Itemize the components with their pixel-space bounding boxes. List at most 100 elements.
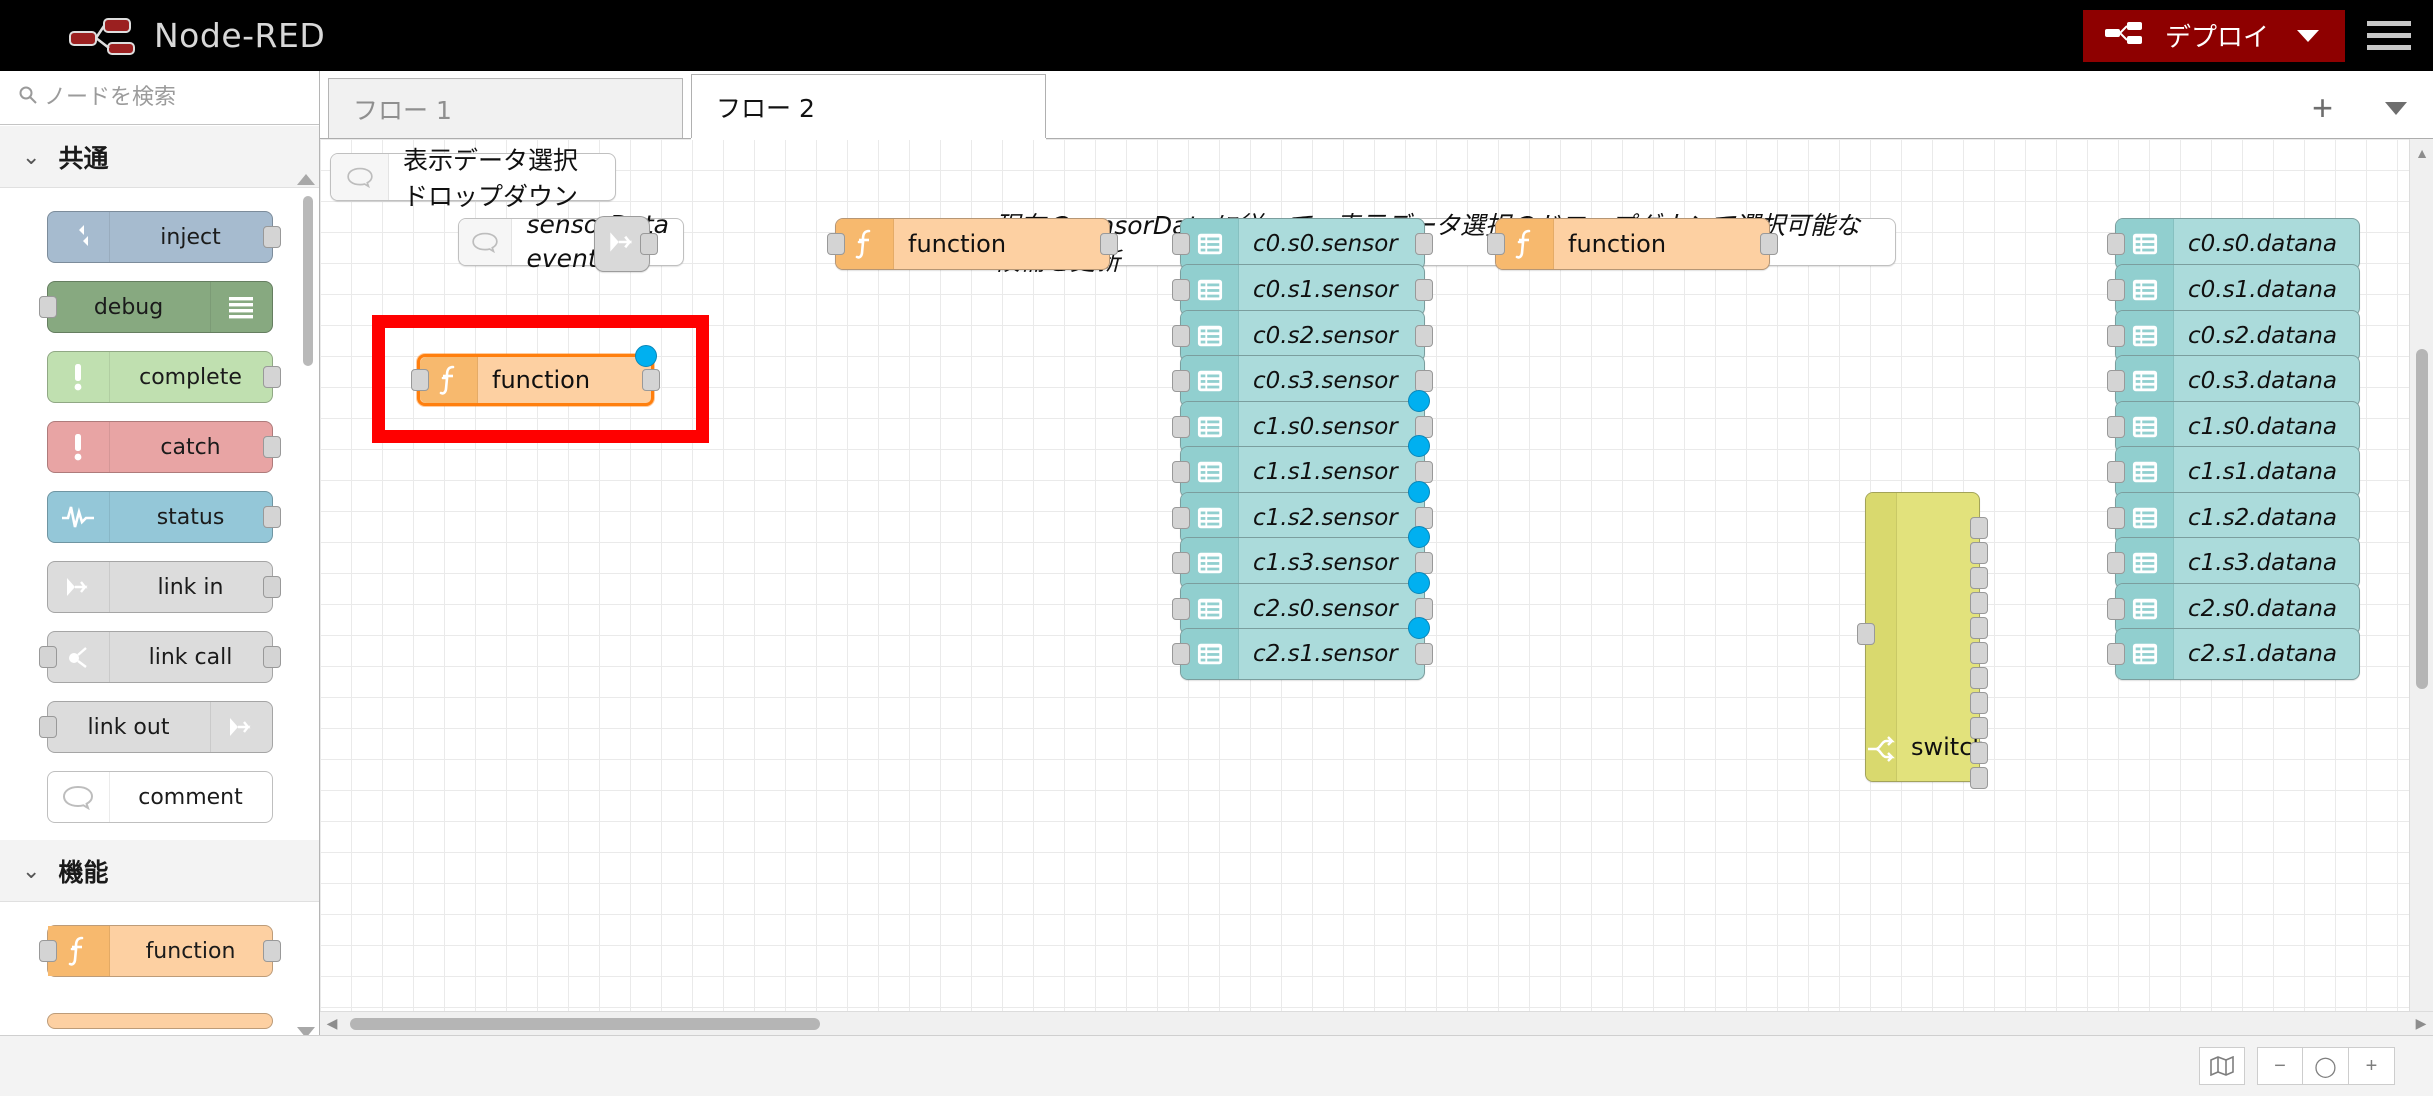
input-port[interactable] <box>2107 507 2125 529</box>
output-port-11[interactable] <box>1970 767 1988 789</box>
input-port[interactable] <box>38 296 57 318</box>
dataname-node-c0s3[interactable]: c0.s3.datana <box>2107 355 2360 407</box>
palette-item-catch[interactable]: catch <box>0 412 319 482</box>
palette-item-status[interactable]: status <box>0 482 319 552</box>
input-port[interactable] <box>2107 461 2125 483</box>
input-port[interactable] <box>2107 643 2125 665</box>
input-port[interactable] <box>2107 416 2125 438</box>
output-port[interactable] <box>262 576 281 598</box>
output-port-6[interactable] <box>1970 642 1988 664</box>
input-port[interactable] <box>2107 598 2125 620</box>
dataname-node-c2s1[interactable]: c2.s1.datana <box>2107 628 2360 680</box>
flow-canvas[interactable]: 表示データ選択ドロップダウン sensorData event受信 現在のsen… <box>320 139 2433 1035</box>
dataname-node-c0s0[interactable]: c0.s0.datana <box>2107 218 2360 270</box>
output-port[interactable] <box>1415 552 1433 574</box>
output-port[interactable] <box>1415 325 1433 347</box>
chevron-down-icon[interactable] <box>2385 101 2407 115</box>
output-port-3[interactable] <box>1970 567 1988 589</box>
palette-item-link-out[interactable]: link out <box>0 692 319 762</box>
input-port[interactable] <box>1172 552 1190 574</box>
canvas-vertical-scrollbar[interactable]: ▲ ▼ <box>2409 139 2433 1035</box>
input-port[interactable] <box>2107 279 2125 301</box>
tab-flow-2[interactable]: フロー 2 <box>691 74 1046 138</box>
output-port[interactable] <box>640 233 658 255</box>
output-port[interactable] <box>1415 370 1433 392</box>
output-port[interactable] <box>1100 233 1118 255</box>
flow-canvas-viewport[interactable]: 表示データ選択ドロップダウン sensorData event受信 現在のsen… <box>320 139 2433 1035</box>
input-port[interactable] <box>1172 370 1190 392</box>
output-port-4[interactable] <box>1970 592 1988 614</box>
palette-item-link-call[interactable]: link call <box>0 622 319 692</box>
output-port-1[interactable] <box>1970 517 1988 539</box>
zoom-in-icon[interactable]: + <box>2349 1047 2395 1085</box>
output-port-9[interactable] <box>1970 717 1988 739</box>
output-port-10[interactable] <box>1970 742 1988 764</box>
caret-up-icon[interactable]: ▲ <box>2410 145 2433 161</box>
output-port[interactable] <box>1415 233 1433 255</box>
dataname-node-c1s3[interactable]: c1.s3.datana <box>2107 537 2360 589</box>
sensor-node-c0s0[interactable]: c0.s0.sensor <box>1172 218 1433 270</box>
deploy-button[interactable]: デプロイ <box>2082 9 2345 62</box>
tab-flow-1[interactable]: フロー 1 <box>328 78 683 138</box>
input-port[interactable] <box>1172 233 1190 255</box>
palette-item-complete[interactable]: complete <box>0 342 319 412</box>
palette-item-inject[interactable]: inject <box>0 202 319 272</box>
plus-icon[interactable]: + <box>2312 90 2333 126</box>
output-port[interactable] <box>262 226 281 248</box>
output-port[interactable] <box>642 369 660 391</box>
caret-right-icon[interactable]: ▶ <box>2409 1015 2433 1032</box>
sensor-node-c2s1[interactable]: c2.s1.sensor <box>1172 617 1433 680</box>
input-port[interactable] <box>1172 279 1190 301</box>
switch-node[interactable]: switch <box>1857 492 1988 789</box>
output-port[interactable] <box>1760 233 1778 255</box>
output-port-7[interactable] <box>1970 667 1988 689</box>
hamburger-menu-icon[interactable] <box>2345 0 2433 71</box>
sensor-node-c1s3[interactable]: c1.s3.sensor <box>1172 526 1433 589</box>
input-port[interactable] <box>1172 643 1190 665</box>
canvas-hscroll-thumb[interactable] <box>350 1017 820 1030</box>
output-port[interactable] <box>262 366 281 388</box>
link-in-node[interactable] <box>594 216 658 272</box>
input-port[interactable] <box>2107 233 2125 255</box>
canvas-vscroll-thumb[interactable] <box>2416 349 2428 689</box>
dataname-node-c0s1[interactable]: c0.s1.datana <box>2107 264 2360 316</box>
function-node-2[interactable]: function <box>1487 218 1778 270</box>
output-port[interactable] <box>1415 643 1433 665</box>
output-port-2[interactable] <box>1970 542 1988 564</box>
input-port[interactable] <box>2107 325 2125 347</box>
input-port[interactable] <box>2107 552 2125 574</box>
output-port[interactable] <box>262 436 281 458</box>
map-icon[interactable] <box>2199 1047 2245 1085</box>
input-port[interactable] <box>1172 598 1190 620</box>
palette-item-function[interactable]: function <box>0 916 319 986</box>
canvas-horizontal-scrollbar[interactable]: ◀ ▶ <box>320 1011 2433 1035</box>
output-port-5[interactable] <box>1970 617 1988 639</box>
function-node-3-selected[interactable]: function <box>411 345 660 406</box>
output-port[interactable] <box>1415 279 1433 301</box>
input-port[interactable] <box>38 716 57 738</box>
input-port[interactable] <box>1487 233 1505 255</box>
input-port[interactable] <box>1172 416 1190 438</box>
output-port[interactable] <box>262 646 281 668</box>
input-port[interactable] <box>1857 623 1875 645</box>
palette-item-debug[interactable]: debug <box>0 272 319 342</box>
function-node-1[interactable]: function <box>827 218 1118 270</box>
input-port[interactable] <box>827 233 845 255</box>
palette-search-row[interactable] <box>0 71 319 125</box>
search-input[interactable] <box>44 85 284 110</box>
input-port[interactable] <box>38 646 57 668</box>
input-port[interactable] <box>38 940 57 962</box>
input-port[interactable] <box>1172 325 1190 347</box>
output-port[interactable] <box>262 506 281 528</box>
palette-item-link-in[interactable]: link in <box>0 552 319 622</box>
input-port[interactable] <box>411 369 429 391</box>
output-port[interactable] <box>1415 461 1433 483</box>
zoom-reset-icon[interactable]: ◯ <box>2303 1047 2349 1085</box>
comment-node-dropdown[interactable]: 表示データ選択ドロップダウン <box>330 146 616 211</box>
input-port[interactable] <box>1172 507 1190 529</box>
input-port[interactable] <box>1172 461 1190 483</box>
output-port[interactable] <box>262 940 281 962</box>
palette-scrollbar[interactable] <box>303 196 313 366</box>
zoom-out-icon[interactable]: − <box>2257 1047 2303 1085</box>
output-port-8[interactable] <box>1970 692 1988 714</box>
